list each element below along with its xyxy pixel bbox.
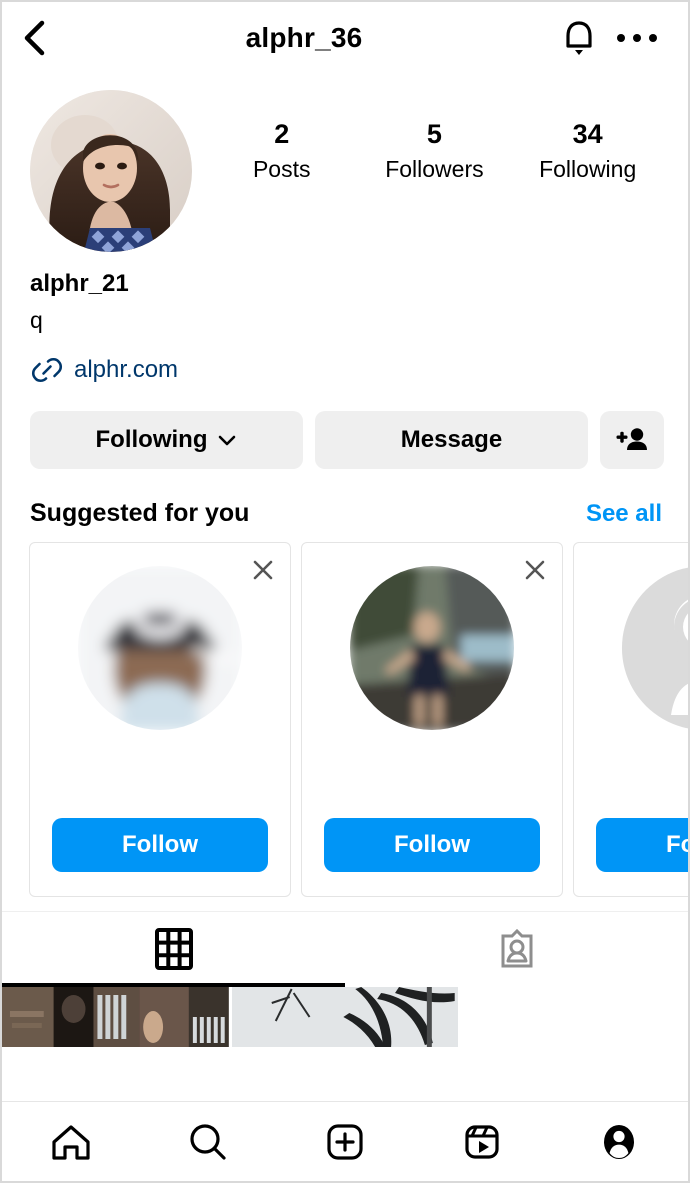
profile-summary: 2 Posts 5 Followers 34 Following — [2, 74, 688, 252]
suggested-avatar[interactable] — [349, 564, 515, 731]
stat-posts[interactable]: 2 Posts — [234, 118, 330, 186]
close-icon — [253, 560, 273, 580]
dismiss-suggestion-button[interactable] — [250, 557, 276, 583]
bell-icon — [566, 21, 592, 55]
tab-tagged[interactable] — [345, 912, 688, 987]
tab-grid[interactable] — [2, 912, 345, 987]
nav-home[interactable] — [2, 1119, 139, 1165]
create-icon — [327, 1123, 363, 1160]
nav-search[interactable] — [139, 1119, 276, 1165]
page-title: alphr_36 — [245, 22, 363, 53]
posts-label: Posts — [252, 155, 311, 182]
followers-label: Followers — [385, 155, 484, 182]
suggested-avatar[interactable] — [621, 564, 688, 731]
nav-create[interactable] — [276, 1119, 413, 1165]
home-icon — [51, 1124, 90, 1160]
add-person-icon — [616, 428, 647, 450]
see-all-link[interactable]: See all — [586, 500, 662, 528]
stat-followers[interactable]: 5 Followers — [385, 118, 483, 186]
profile-icon — [604, 1124, 635, 1159]
profile-actions: Following Message — [2, 387, 688, 469]
suggested-title: Suggested for you — [30, 498, 250, 527]
suggested-card[interactable]: Follow — [301, 541, 563, 897]
profile-link-text: alphr.com — [74, 355, 179, 383]
suggested-cards-carousel[interactable]: Follow Follow Fo — [2, 528, 688, 903]
follow-button[interactable]: Follow — [324, 817, 540, 872]
suggested-avatar-beach — [350, 565, 514, 730]
bottom-navigation — [2, 1101, 688, 1181]
post-thumbnail[interactable] — [2, 986, 229, 1047]
suggested-card[interactable]: Follow — [29, 541, 291, 897]
posts-count: 2 — [274, 119, 290, 149]
message-button-label: Message — [400, 425, 503, 453]
avatar[interactable] — [30, 90, 192, 252]
grid-icon — [154, 928, 193, 971]
stat-following[interactable]: 34 Following — [539, 118, 636, 186]
follow-button[interactable]: Follow — [596, 817, 688, 872]
post-palm-sky — [231, 986, 459, 1047]
back-button[interactable] — [20, 18, 64, 58]
link-chain-icon — [31, 357, 63, 382]
nav-profile[interactable] — [551, 1119, 688, 1165]
suggested-card[interactable]: Follow — [573, 541, 688, 897]
instagram-profile-screen: alphr_36 2 Posts 5 Followers 34 Followin… — [0, 0, 690, 1183]
following-button-label: Following — [95, 425, 208, 453]
more-options-icon — [617, 34, 657, 42]
profile-stats: 2 Posts 5 Followers 34 Following — [192, 90, 664, 186]
bio-text: q — [30, 307, 43, 333]
nav-reels[interactable] — [414, 1119, 551, 1165]
suggested-header: Suggested for you See all — [2, 469, 688, 528]
search-icon — [190, 1123, 226, 1160]
followers-count: 5 — [426, 119, 442, 149]
add-user-button[interactable] — [600, 410, 664, 469]
notifications-button[interactable] — [550, 16, 608, 60]
profile-bio: alphr_21 q alphr.com — [2, 252, 688, 387]
chevron-down-icon — [219, 435, 236, 446]
post-thumbnail-empty — [461, 986, 688, 1047]
reels-icon — [465, 1124, 499, 1159]
default-avatar-placeholder — [621, 567, 688, 729]
message-button[interactable]: Message — [315, 410, 588, 469]
post-thumbnail[interactable] — [231, 986, 459, 1047]
follow-button[interactable]: Follow — [52, 817, 268, 872]
display-name: alphr_21 — [30, 270, 129, 297]
chevron-left-icon — [24, 20, 45, 56]
profile-avatar — [30, 90, 192, 252]
posts-grid — [2, 986, 688, 1101]
following-count: 34 — [572, 119, 603, 149]
following-label: Following — [539, 155, 637, 182]
tagged-icon — [501, 929, 532, 968]
profile-tabs — [2, 910, 688, 987]
close-icon — [525, 560, 545, 580]
post-building-dark — [2, 986, 229, 1047]
dismiss-suggestion-button[interactable] — [522, 557, 548, 583]
suggested-avatar-person-cap — [78, 565, 242, 730]
following-button[interactable]: Following — [30, 410, 303, 469]
suggested-avatar[interactable] — [77, 564, 243, 731]
app-header: alphr_36 — [2, 2, 688, 74]
more-options-button[interactable] — [608, 34, 666, 42]
profile-link[interactable]: alphr.com — [30, 353, 660, 387]
